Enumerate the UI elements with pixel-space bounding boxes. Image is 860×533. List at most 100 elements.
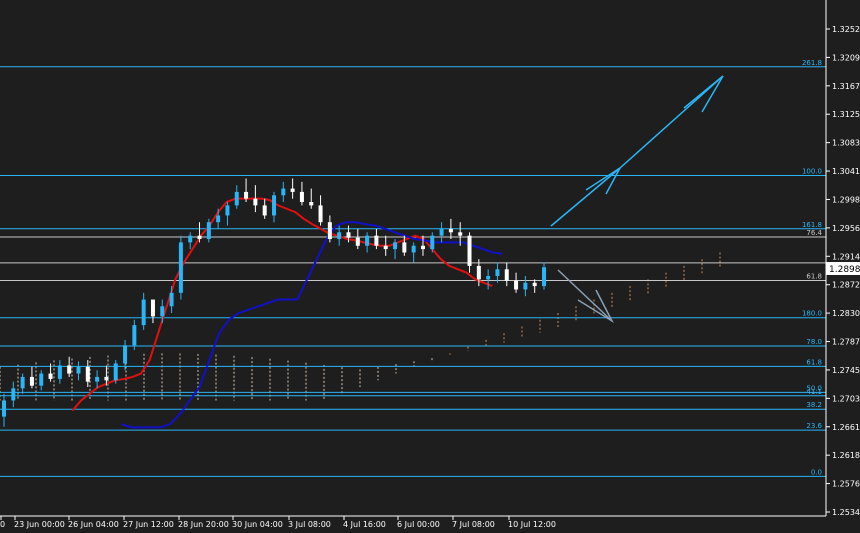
level-label: 61.8 — [806, 358, 822, 366]
candle-body — [169, 292, 174, 307]
candle-body — [48, 373, 53, 379]
time-tick-label: 10 Jul 12:00 — [508, 520, 556, 529]
level-label: 76.4 — [806, 229, 822, 237]
candle-body — [2, 400, 6, 417]
candle-body — [244, 191, 249, 199]
level-label: 161.8 — [802, 221, 822, 229]
price-tick-label: 1.25762 — [832, 480, 860, 489]
price-tick-label: 1.30412 — [832, 167, 860, 176]
candle-body — [113, 363, 118, 381]
price-tick-label: 1.32092 — [832, 53, 860, 62]
candle-body — [67, 365, 72, 374]
candle-body — [365, 235, 370, 246]
candle-body — [141, 299, 146, 326]
price-tick-label: 1.27872 — [832, 338, 860, 347]
price-tick-label: 1.28302 — [832, 309, 860, 318]
candle-body — [262, 205, 267, 216]
candle-body — [542, 267, 546, 287]
current-price-tag: 1.28983 — [826, 262, 860, 275]
candle-body — [188, 235, 193, 243]
candle-body — [150, 299, 155, 317]
price-tick-label: 1.26182 — [832, 451, 860, 460]
price-tick-label: 1.28722 — [832, 281, 860, 290]
candle-body — [39, 373, 44, 386]
candle-body — [95, 376, 100, 382]
candle-body — [85, 366, 90, 382]
level-label: 78.0 — [806, 338, 822, 346]
chart-background — [0, 0, 860, 533]
price-tick-label: 1.26612 — [832, 423, 860, 432]
price-tick-label: 1.32522 — [832, 25, 860, 34]
level-label: 0.0 — [811, 468, 822, 476]
candle-body — [448, 228, 453, 233]
candle-body — [132, 325, 137, 346]
price-tick-label: 1.30832 — [832, 139, 860, 148]
candle-body — [467, 235, 472, 266]
level-label: 261.8 — [802, 59, 822, 67]
candle-body — [11, 388, 16, 401]
price-tick-label: 1.29982 — [832, 195, 860, 204]
candle-body — [290, 188, 295, 192]
time-tick-label: 28 Jun 20:00 — [178, 520, 229, 529]
candle-body — [486, 276, 491, 280]
candle-body — [430, 235, 435, 250]
candle-body — [20, 376, 25, 389]
price-tick-label: 1.27032 — [832, 394, 860, 403]
candle-body — [495, 269, 500, 277]
candle-body — [337, 232, 342, 240]
candle-body — [411, 245, 416, 253]
candle-body — [383, 245, 388, 250]
candle-body — [402, 242, 407, 253]
price-tick-label: 1.27452 — [832, 366, 860, 375]
candle-body — [216, 215, 221, 223]
candle-body — [29, 376, 34, 386]
time-tick-label: 27 Jun 12:00 — [123, 520, 174, 529]
candle-body — [393, 242, 398, 250]
time-tick-label: 7 Jul 08:00 — [452, 520, 495, 529]
candle-body — [476, 265, 481, 280]
candle-body — [104, 376, 109, 381]
price-chart[interactable]: 261.8100.0161.876.461.8180.078.061.850.0… — [0, 0, 860, 533]
candle-body — [439, 228, 444, 236]
candle-body — [178, 242, 183, 293]
candle-body — [253, 198, 258, 206]
candle-body — [234, 191, 239, 206]
candle-body — [504, 269, 509, 281]
current-price-label: 1.28983 — [829, 265, 860, 275]
time-tick-label: 0 — [0, 520, 5, 529]
time-tick-label: 3 Jul 08:00 — [288, 520, 331, 529]
candle-body — [458, 232, 463, 236]
time-tick-label: 4 Jul 16:00 — [343, 520, 386, 529]
candle-body — [420, 245, 425, 250]
candle-body — [309, 202, 314, 206]
candle-body — [123, 345, 128, 364]
candle-body — [281, 188, 286, 196]
level-label: 180.0 — [802, 310, 822, 318]
candle-body — [76, 366, 81, 374]
candle-body — [374, 235, 379, 246]
level-label: 100.0 — [802, 167, 822, 175]
candle-body — [225, 205, 230, 216]
candle-body — [318, 205, 323, 223]
candle-body — [57, 365, 62, 379]
candle-body — [299, 191, 304, 203]
candle-body — [523, 282, 528, 290]
candle-body — [160, 306, 165, 317]
level-label: 38.2 — [806, 401, 822, 409]
level-label: 23.6 — [806, 422, 822, 430]
candle-body — [346, 232, 351, 238]
candle-body — [532, 282, 537, 287]
time-tick-label: 30 Jun 04:00 — [232, 520, 283, 529]
candle-body — [197, 235, 202, 240]
price-tick-label: 1.31252 — [832, 110, 860, 119]
time-tick-label: 26 Jun 04:00 — [68, 520, 119, 529]
candle-body — [272, 195, 276, 216]
price-tick-label: 1.29562 — [832, 224, 860, 233]
candle-body — [355, 237, 360, 246]
time-tick-label: 6 Jul 00:00 — [397, 520, 440, 529]
time-tick-label: 23 Jun 00:00 — [14, 520, 65, 529]
price-tick-label: 1.29142 — [832, 252, 860, 261]
price-tick-label: 1.25342 — [832, 508, 860, 517]
candle-body — [327, 222, 332, 240]
level-label: 41.1 — [806, 388, 822, 396]
